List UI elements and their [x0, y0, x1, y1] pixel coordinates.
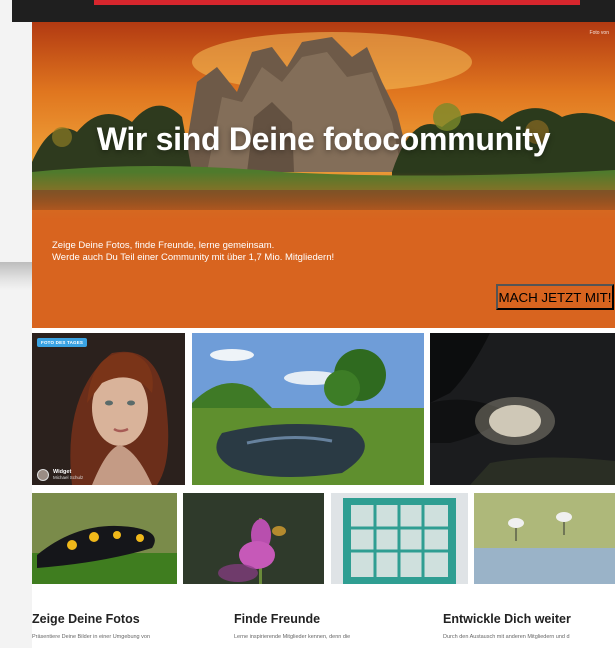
- feature-develop: Entwickle Dich weiter Durch den Austausc…: [443, 612, 571, 640]
- photo-of-the-day-badge: FOTO DES TAGES: [37, 338, 88, 347]
- feature-title: Entwickle Dich weiter: [443, 612, 571, 626]
- feature-text: Lerne inspirierende Mitglieder kennen, d…: [234, 634, 351, 640]
- photo-tile[interactable]: [192, 333, 424, 485]
- hero-banner: Foto von Wir sind Deine fotocommunity Ze…: [32, 22, 615, 328]
- salamander-photo: [32, 493, 177, 584]
- feature-find-friends: Finde Freunde Lerne inspirierende Mitgli…: [234, 612, 350, 640]
- photo-credit[interactable]: Widget Michael Schulz: [37, 469, 83, 481]
- pond-landscape-photo: [192, 333, 424, 485]
- page-shadow-band: [0, 262, 32, 290]
- portrait-photo: [32, 333, 185, 485]
- hero-subtitle: Zeige Deine Fotos, finde Freunde, lerne …: [52, 240, 334, 264]
- bee-flower-photo: [183, 493, 324, 584]
- hero-subtitle-line: Werde auch Du Teil einer Community mit ü…: [52, 252, 335, 263]
- photo-tile[interactable]: [331, 493, 468, 584]
- photo-credit-link[interactable]: Foto von: [590, 30, 609, 36]
- feature-text: Präsentiere Deine Bilder in einer Umgebu…: [32, 634, 151, 640]
- join-now-button[interactable]: MACH JETZT MIT!: [496, 284, 614, 310]
- photo-tile[interactable]: [430, 333, 615, 485]
- hero-headline: Wir sind Deine fotocommunity: [96, 121, 551, 157]
- photo-tile[interactable]: [32, 493, 177, 584]
- top-navigation-bar: [12, 0, 615, 22]
- feature-show-photos: Zeige Deine Fotos Präsentiere Deine Bild…: [32, 612, 150, 640]
- feature-title: Finde Freunde: [234, 612, 321, 626]
- moonlit-lake-photo: [430, 333, 615, 485]
- photo-tile[interactable]: [183, 493, 324, 584]
- photo-author: Michael Schulz: [53, 475, 84, 480]
- feature-title: Zeige Deine Fotos: [32, 612, 140, 626]
- hero-subtitle-line: Zeige Deine Fotos, finde Freunde, lerne …: [52, 240, 275, 251]
- photo-tile[interactable]: [474, 493, 615, 584]
- birds-shore-photo: [474, 493, 615, 584]
- page-edge: [0, 0, 32, 648]
- photo-of-the-day-tile[interactable]: FOTO DES TAGES Widget Michael Schulz: [32, 333, 185, 485]
- avatar: [37, 469, 49, 481]
- glass-building-photo: [331, 493, 468, 584]
- top-accent-stripe: [94, 0, 580, 5]
- feature-text: Durch den Austausch mit anderen Mitglied…: [443, 634, 570, 640]
